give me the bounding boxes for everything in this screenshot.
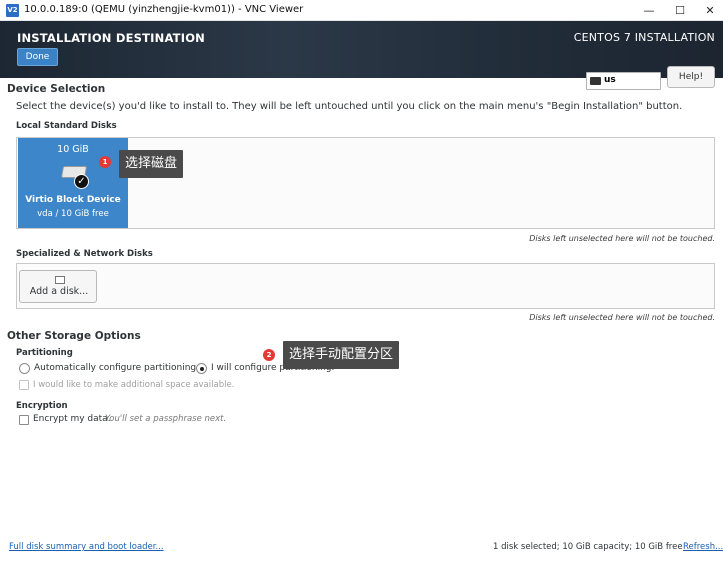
specialized-disks-panel: [16, 263, 715, 309]
step-badge-2: 2: [263, 349, 275, 361]
keyboard-layout-label: us: [604, 75, 616, 85]
disk-vda-tile[interactable]: 10 GiB ✓ Virtio Block Device vda / 10 Gi…: [18, 138, 128, 228]
callout-select-disk: 选择磁盘: [119, 150, 184, 178]
installer-header: INSTALLATION DESTINATION Done CENTOS 7 I…: [0, 21, 723, 78]
disk-status-summary: 1 disk selected; 10 GiB capacity; 10 GiB…: [493, 542, 683, 552]
disk-info: vda / 10 GiB free: [37, 209, 109, 219]
minimize-icon[interactable]: —: [636, 2, 662, 19]
disk-add-icon: [55, 276, 65, 284]
window-title: 10.0.0.189:0 (QEMU (yinzhengjie-kvm01)) …: [24, 4, 304, 15]
other-storage-title: Other Storage Options: [7, 330, 141, 342]
vnc-titlebar: V2 10.0.0.189:0 (QEMU (yinzhengjie-kvm01…: [0, 0, 723, 21]
partitioning-title: Partitioning: [16, 348, 73, 358]
step-badge-1: 1: [99, 156, 111, 168]
full-disk-summary-link[interactable]: Full disk summary and boot loader...: [9, 542, 164, 552]
specialized-disks-title: Specialized & Network Disks: [16, 249, 153, 259]
device-selection-description: Select the device(s) you'd like to insta…: [16, 101, 683, 112]
local-disks-note: Disks left unselected here will not be t…: [529, 234, 715, 243]
extra-space-checkbox: [19, 380, 29, 390]
page-title: INSTALLATION DESTINATION: [17, 31, 205, 45]
extra-space-label: I would like to make additional space av…: [33, 380, 235, 390]
local-disks-title: Local Standard Disks: [16, 121, 117, 131]
disk-size: 10 GiB: [57, 144, 89, 155]
add-disk-label: Add a disk...: [29, 286, 89, 297]
manual-partition-radio[interactable]: [196, 363, 207, 374]
disk-name: Virtio Block Device: [25, 195, 121, 205]
maximize-icon[interactable]: ☐: [667, 2, 693, 19]
keyboard-icon: [590, 77, 601, 85]
encryption-title: Encryption: [16, 401, 68, 411]
product-title: CENTOS 7 INSTALLATION: [573, 31, 715, 44]
help-button[interactable]: Help!: [667, 66, 715, 88]
done-button[interactable]: Done: [17, 48, 58, 66]
vnc-logo-icon: V2: [6, 4, 19, 17]
close-icon[interactable]: ✕: [697, 2, 723, 19]
callout-manual-partitioning: 选择手动配置分区: [283, 341, 400, 369]
auto-partition-label[interactable]: Automatically configure partitioning.: [34, 363, 199, 373]
refresh-link[interactable]: Refresh...: [683, 542, 723, 552]
add-disk-button[interactable]: Add a disk...: [19, 270, 97, 303]
device-selection-title: Device Selection: [7, 83, 106, 95]
checkmark-icon: ✓: [74, 174, 89, 189]
auto-partition-radio[interactable]: [19, 363, 30, 374]
encrypt-hint: You'll set a passphrase next.: [105, 414, 227, 424]
keyboard-layout-indicator[interactable]: us: [586, 72, 661, 90]
encrypt-label[interactable]: Encrypt my data.: [33, 414, 111, 424]
encrypt-checkbox[interactable]: [19, 415, 29, 425]
specialized-disks-note: Disks left unselected here will not be t…: [529, 313, 715, 322]
